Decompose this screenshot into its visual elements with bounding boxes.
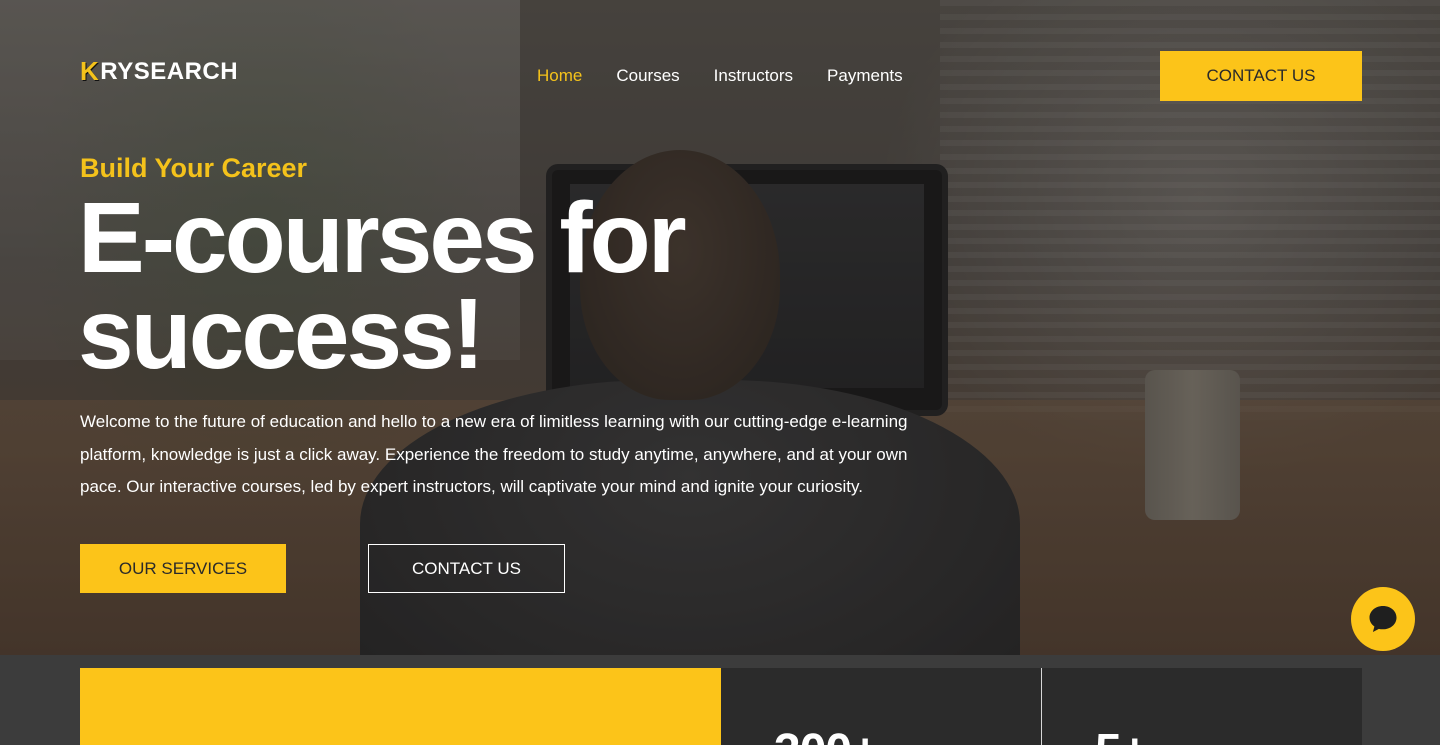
- nav-item-home[interactable]: Home: [537, 66, 582, 86]
- hero-headline: E-courses for success!: [78, 182, 838, 390]
- hero-headline-line1: E-courses for: [78, 182, 687, 294]
- main-nav: Home Courses Instructors Payments: [537, 66, 903, 86]
- logo[interactable]: K RYSEARCH: [80, 56, 238, 87]
- nav-item-payments[interactable]: Payments: [827, 66, 903, 86]
- stat-value: 300+: [774, 724, 879, 745]
- chat-launcher-button[interactable]: [1351, 587, 1415, 651]
- logo-text: RYSEARCH: [100, 57, 239, 85]
- logo-mark: K: [80, 56, 100, 86]
- stat-card-second: 5+: [1042, 668, 1362, 745]
- stat-card-courses: 300+: [721, 668, 1041, 745]
- hero-headline-line2: success!: [78, 278, 485, 390]
- stats-feature-panel: [80, 668, 721, 745]
- hero-contact-button[interactable]: CONTACT US: [368, 544, 565, 593]
- chat-bubble-icon: [1369, 606, 1397, 632]
- stat-value: 5+: [1095, 724, 1149, 745]
- header-contact-button[interactable]: CONTACT US: [1160, 51, 1362, 101]
- hero-intro: Welcome to the future of education and h…: [80, 412, 908, 496]
- nav-item-courses[interactable]: Courses: [616, 66, 679, 86]
- nav-item-instructors[interactable]: Instructors: [714, 66, 793, 86]
- our-services-button[interactable]: OUR SERVICES: [80, 544, 286, 593]
- hero-kicker: Build Your Career: [80, 153, 308, 183]
